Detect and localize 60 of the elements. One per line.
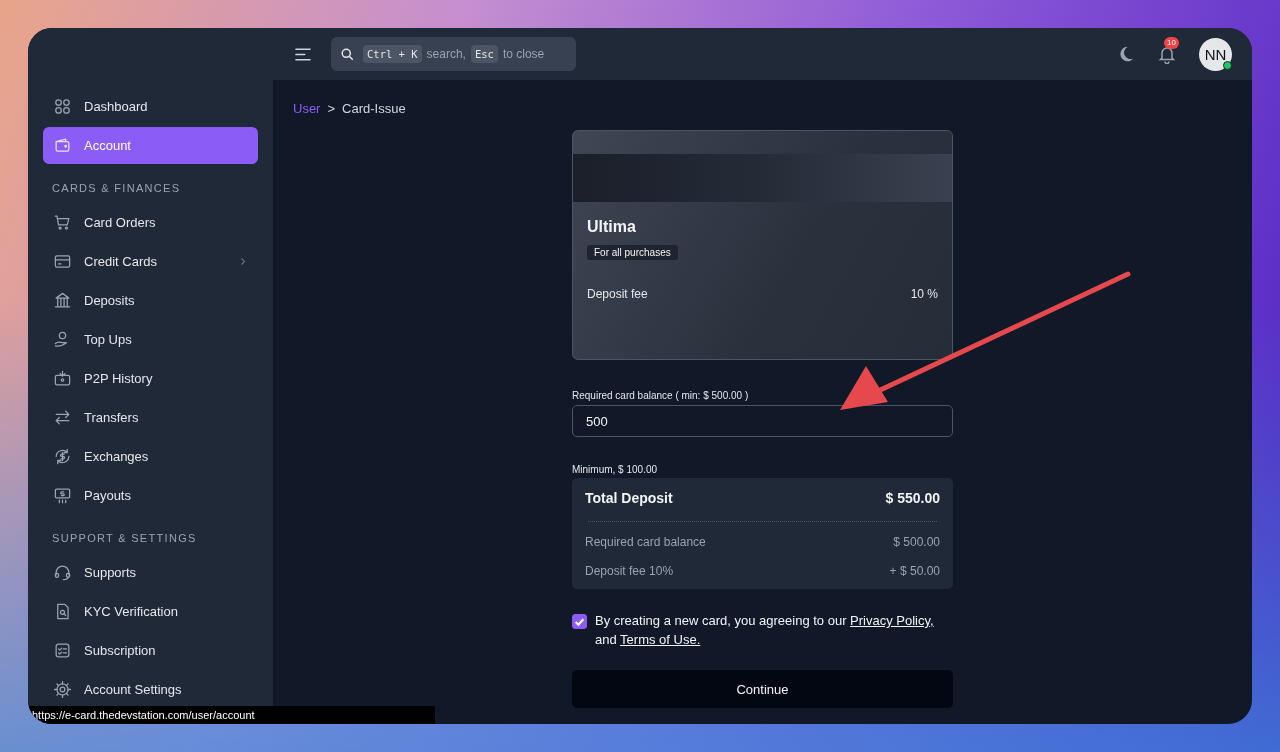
menu-icon[interactable] — [295, 47, 311, 61]
sidebar-item[interactable]: P2P History — [43, 360, 258, 397]
banknote-icon — [53, 486, 72, 505]
section-heading: CARDS & FINANCES — [51, 181, 182, 196]
search-icon — [341, 47, 354, 61]
breadcrumb-separator: > — [327, 101, 336, 116]
sidebar-item[interactable]: Card Orders — [43, 204, 258, 241]
breadcrumb-item[interactable]: User — [293, 101, 321, 116]
card-name: Ultima — [587, 218, 637, 236]
wallet-icon — [53, 136, 72, 155]
sidebar-item[interactable]: Account Settings — [43, 671, 258, 708]
exchange-icon — [53, 447, 72, 466]
field-label: Required card balance ( min: $ 500.00 ) — [572, 390, 750, 401]
summary-value: + $ 50.00 — [889, 564, 940, 578]
sidebar-item[interactable]: Credit Cards — [43, 243, 258, 280]
notification-badge: 10 — [1164, 37, 1179, 49]
search-hint: search, — [426, 47, 466, 61]
fee-value: 10 % — [910, 287, 938, 301]
sidebar-item[interactable]: KYC Verification — [43, 593, 258, 630]
search-field[interactable]: Ctrl + K search, Esc to close — [331, 37, 576, 71]
card-icon — [53, 252, 72, 271]
terms-link[interactable]: Terms of Use. — [620, 632, 701, 647]
breadcrumb-item: Card-Issue — [342, 101, 406, 116]
shortcut-key: Ctrl + K — [363, 45, 422, 63]
search-hint: to close — [502, 47, 545, 61]
continue-button[interactable]: Continue — [572, 670, 953, 708]
transfer-icon — [53, 408, 72, 427]
headset-icon — [53, 563, 72, 582]
section-heading: SUPPORT & SETTINGS — [51, 531, 198, 546]
sidebar-item[interactable]: Top Ups — [43, 321, 258, 358]
summary-label: Required card balance — [585, 535, 706, 549]
balance-input[interactable]: 500 — [572, 405, 953, 437]
bank-icon — [53, 291, 72, 310]
sidebar-item[interactable]: Exchanges — [43, 438, 258, 475]
agreement-checkbox[interactable] — [572, 614, 587, 629]
box-icon — [53, 369, 72, 388]
sidebar-item[interactable]: Supports — [43, 554, 258, 591]
summary-value: $ 500.00 — [893, 535, 940, 549]
sidebar-item[interactable]: Account — [43, 127, 258, 164]
grid-icon — [53, 97, 72, 116]
privacy-policy-link[interactable]: Privacy Policy, — [850, 613, 934, 628]
sidebar-item[interactable]: Subscription — [43, 632, 258, 669]
total-label: Total Deposit — [585, 490, 673, 506]
sidebar-item[interactable]: Dashboard — [43, 88, 258, 125]
agreement-text: By creating a new card, you agreeing to our Privacy Policy, and Terms of Use. — [595, 612, 935, 649]
moon-icon[interactable] — [1117, 45, 1135, 63]
sidebar-item[interactable]: Deposits — [43, 282, 258, 319]
summary-label: Deposit fee 10% — [585, 564, 674, 578]
card-tag: For all purchases — [587, 245, 678, 260]
shortcut-key: Esc — [470, 45, 498, 63]
fee-label: Deposit fee — [587, 287, 648, 301]
sidebar-item[interactable]: Transfers — [43, 399, 258, 436]
cart-icon — [53, 213, 72, 232]
checklist-icon — [53, 641, 72, 660]
total-value: $ 550.00 — [885, 490, 940, 506]
sidebar-item[interactable]: Payouts — [43, 477, 258, 514]
field-hint: Minimum, $ 100.00 — [572, 464, 659, 475]
status-bar: https://e-card.thedevstation.com/user/account — [28, 706, 435, 724]
avatar[interactable]: NN — [1199, 37, 1232, 71]
settings-icon — [53, 680, 72, 699]
